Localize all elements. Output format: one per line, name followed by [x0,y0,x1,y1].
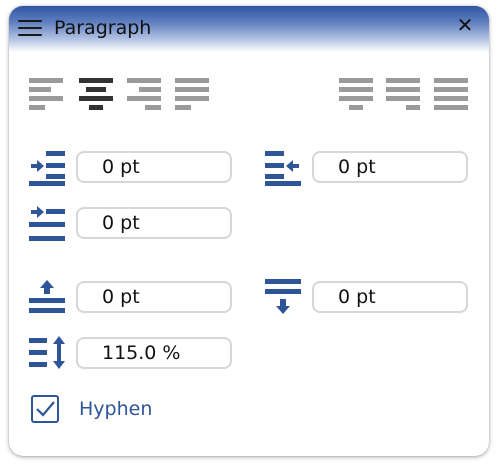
first-line-indent-input[interactable] [76,207,232,239]
justify-all-button[interactable] [434,76,468,116]
hyphen-label[interactable]: Hyphen [79,398,152,420]
left-indent-input[interactable] [76,151,232,183]
align-center-button[interactable] [79,76,113,116]
align-right-icon [127,78,161,110]
space-after-icon [265,279,301,314]
justify-icon [175,78,209,110]
justify-last-right-icon [386,78,420,110]
space-after-input[interactable] [312,281,468,313]
align-left-icon [29,78,63,110]
hamburger-menu-icon[interactable] [18,18,42,38]
first-line-indent-icon [29,206,65,241]
justify-last-right-button[interactable] [386,76,420,116]
panel-header: Paragraph ✕ [9,6,489,52]
align-center-icon [79,78,113,110]
space-before-icon [29,280,65,313]
align-left-button[interactable] [29,76,63,116]
justify-last-left-button[interactable] [339,76,373,116]
justify-last-left-icon [339,78,373,110]
space-before-input[interactable] [76,281,232,313]
line-spacing-input[interactable] [76,337,232,369]
indent-right-icon [265,151,301,186]
justify-all-icon [434,78,468,110]
justify-button[interactable] [175,76,209,116]
right-indent-input[interactable] [312,151,468,183]
checkmark-icon [36,401,55,417]
close-icon[interactable]: ✕ [456,14,474,36]
line-spacing-icon [29,336,65,369]
paragraph-panel: Paragraph ✕ 0 pt 0 pt 0 pt 0 pt 0 pt 115… [9,6,489,456]
indent-left-icon [29,151,65,186]
hyphen-checkbox[interactable] [31,395,59,423]
align-right-button[interactable] [127,76,161,116]
panel-title: Paragraph [54,17,152,39]
